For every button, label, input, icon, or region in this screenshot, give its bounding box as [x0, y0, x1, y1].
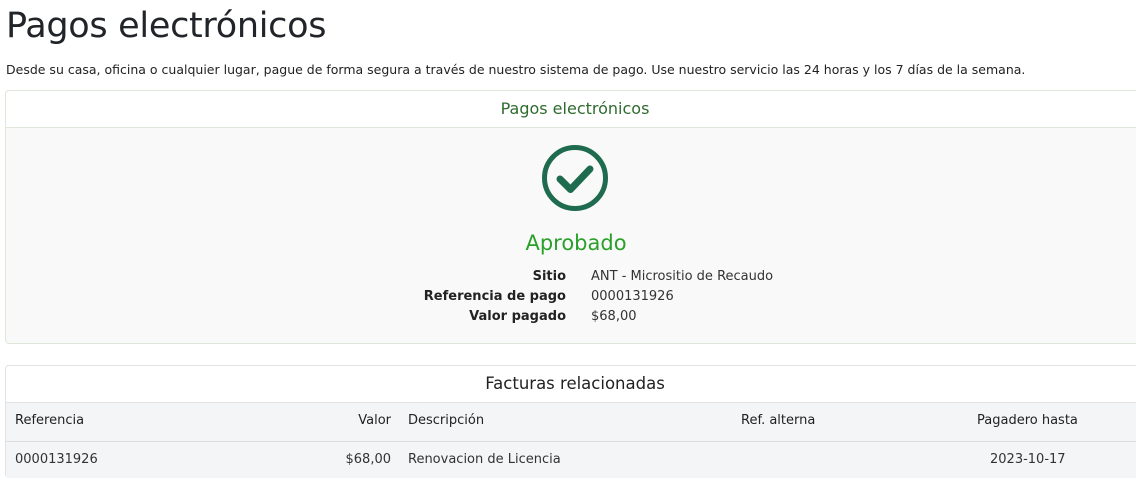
detail-label: Valor pagado	[469, 309, 566, 324]
column-header-referencia[interactable]: Referencia	[15, 403, 84, 439]
detail-value: ANT - Micrositio de Recaudo	[591, 269, 774, 284]
check-circle-icon	[542, 145, 608, 211]
detail-row-sitio: Sitio ANT - Micrositio de Recaudo	[6, 269, 1136, 289]
table-row: 0000131926 $68,00 Renovacion de Licencia…	[6, 442, 1136, 478]
related-invoices-card: Facturas relacionadas Referencia Valor D…	[5, 365, 1136, 478]
detail-row-referencia: Referencia de pago 0000131926	[6, 289, 1136, 309]
payment-status: Aprobado	[525, 231, 627, 255]
cell-referencia: 0000131926	[15, 452, 98, 467]
payment-card-header: Pagos electrónicos	[6, 91, 1136, 128]
column-header-ref-alterna[interactable]: Ref. alterna	[741, 403, 815, 439]
column-header-valor[interactable]: Valor	[358, 403, 391, 439]
column-header-pagadero-hasta[interactable]: Pagadero hasta	[977, 403, 1078, 439]
cell-pagadero-hasta: 2023-10-17	[990, 452, 1066, 467]
detail-label: Referencia de pago	[423, 289, 566, 304]
invoices-table-header: Referencia Valor Descripción Ref. altern…	[6, 402, 1136, 443]
column-header-descripcion[interactable]: Descripción	[408, 403, 484, 439]
detail-value: 0000131926	[591, 289, 674, 304]
detail-row-valor: Valor pagado $68,00	[6, 309, 1136, 329]
detail-label: Sitio	[532, 269, 566, 284]
cell-valor: $68,00	[345, 452, 392, 467]
page-intro: Desde su casa, oficina o cualquier lugar…	[6, 62, 1026, 77]
detail-value: $68,00	[591, 309, 637, 324]
payment-result-card: Pagos electrónicos Aprobado Sitio ANT - …	[5, 90, 1136, 344]
page: Pagos electrónicos Desde su casa, oficin…	[0, 0, 1136, 493]
cell-descripcion: Renovacion de Licencia	[408, 452, 561, 467]
page-title: Pagos electrónicos	[6, 6, 327, 46]
invoices-card-header: Facturas relacionadas	[485, 374, 665, 393]
